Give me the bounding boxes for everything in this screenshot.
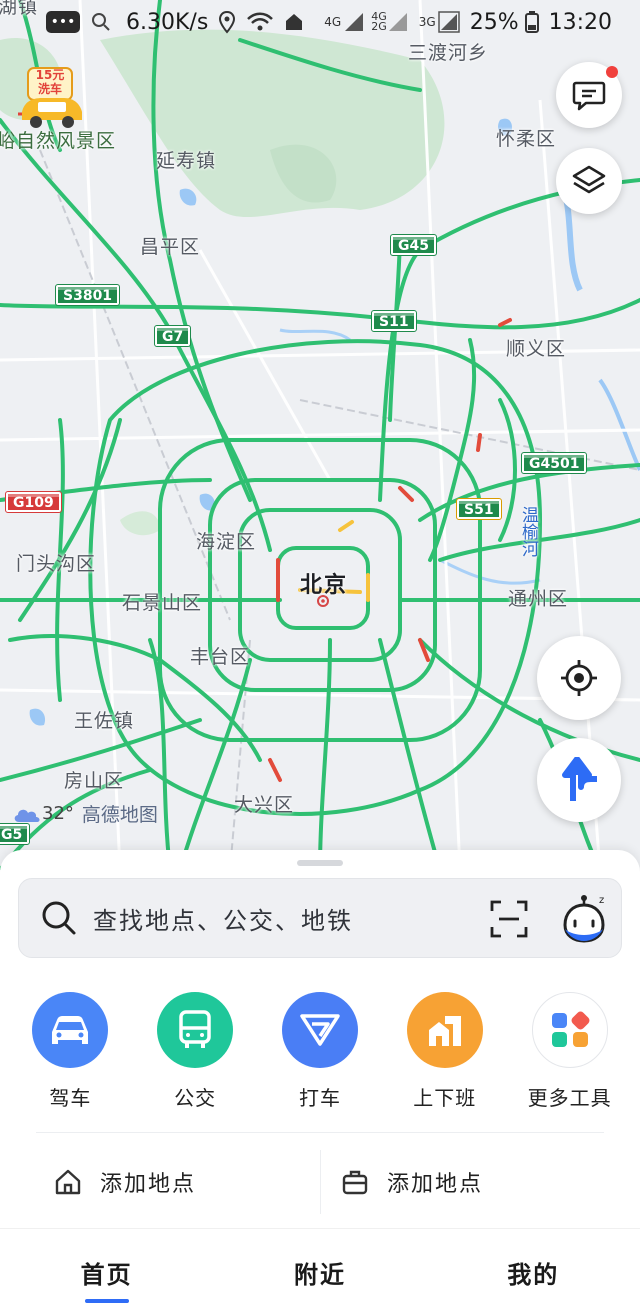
quick-action-more-tools[interactable]: 更多工具 [515,992,625,1111]
search-icon [42,901,76,935]
map-label-changping: 昌平区 [140,236,201,258]
map-label-wangzuo: 王佐镇 [74,710,135,732]
messages-button[interactable] [556,62,622,128]
amap-logo: 高德地图 [81,804,158,826]
network-type-group: 4G 2G [371,11,387,33]
map-label-yanshou: 延寿镇 [156,150,217,172]
crosshair-icon [561,660,597,696]
quick-action-label: 上下班 [413,1086,477,1110]
search-placeholder: 查找地点、公交、地铁 [93,906,353,935]
map-label-beijing: 北京 [300,572,349,598]
promo-price: 15元 [35,68,65,82]
quick-action-label: 更多工具 [527,1086,612,1110]
quick-action-label: 驾车 [49,1086,92,1110]
shield-g109: G109 [5,491,62,513]
network-type-4: 3G [418,15,436,29]
battery-icon [524,11,539,33]
shield-g5: G5 [0,823,31,845]
battery-percent: 25% [469,9,519,35]
shield-s11: S11 [371,310,417,332]
saved-places: 添加地点 添加地点 [0,1150,640,1214]
route-arrow-icon [562,757,597,801]
signal-icon-3 [437,11,460,33]
net-speed: 6.30K/s [126,9,209,35]
weather-widget: 32° 高德地图 [12,800,158,827]
nav-tab-home[interactable]: 首页 [37,1255,177,1303]
map-label-daxing: 大兴区 [234,794,295,816]
map-label-haidian: 海淀区 [196,531,257,553]
bus-icon [157,992,234,1068]
cloud-icon [14,809,40,822]
shield-g45: G45 [390,234,437,256]
map-label-fangshan: 房山区 [64,770,125,792]
chat-bubble-icon [572,81,606,111]
temperature: 32° [42,803,74,824]
locate-me-button[interactable] [537,636,621,720]
more-tools-icon [531,992,608,1068]
signal-icon-1 [345,13,364,31]
shield-g7: G7 [153,325,192,347]
bottom-sheet: 查找地点、公交、地铁 z 驾车 公交 打车 上下班 更多工具 添加地点 添加地点 [0,850,640,1230]
drag-handle[interactable] [297,860,343,866]
commute-icon [406,992,483,1068]
clock: 13:20 [548,9,613,35]
map-label-tongzhou: 通州区 [508,588,569,610]
status-bar: ••• 6.30K/s 4G 4G 2G 3G 25% 13:20 [0,0,640,44]
scan-icon[interactable] [489,899,529,939]
wifi-icon [247,12,274,31]
shield-g4501: G4501 [520,452,588,474]
map-label-mentougou: 门头沟区 [16,553,97,575]
search-status-icon [92,13,110,31]
signal-icon-2 [388,13,407,31]
map-view[interactable]: 湖镇 三渡河乡 峪自然风景区 延寿镇 怀柔区 昌平区 顺义区 门头沟区 海淀区 … [0,0,640,870]
work-icon [342,1170,368,1195]
home-icon [55,1169,81,1195]
search-bar[interactable]: 查找地点、公交、地铁 z [18,878,622,958]
quick-action-bus[interactable]: 公交 [140,992,250,1111]
message-icon: ••• [46,11,80,33]
location-status-icon [219,10,236,34]
map-label-fengtai: 丰台区 [190,646,251,668]
shield-s3801: S3801 [54,284,121,306]
layers-button[interactable] [556,148,622,214]
place-label: 添加地点 [100,1172,197,1197]
quick-action-label: 公交 [174,1086,217,1110]
quick-action-commute[interactable]: 上下班 [390,992,500,1111]
route-button[interactable] [537,738,621,822]
layers-icon [572,165,606,194]
car-wash-promo[interactable]: 15元 洗车 [16,62,88,132]
nav-tab-nearby[interactable]: 附近 [250,1255,390,1290]
bottom-navigation: 首页 附近 我的 [0,1228,640,1315]
map-label-shijingshan: 石景山区 [122,592,203,614]
assistant-icon[interactable]: z [559,893,609,945]
quick-action-taxi[interactable]: 打车 [265,992,375,1111]
nav-tab-profile[interactable]: 我的 [463,1255,603,1290]
notification-dot [606,66,618,78]
shield-s51: S51 [456,498,502,520]
promo-text: 洗车 [37,82,62,96]
map-label-river: 温榆河 [518,506,538,557]
svg-text:z: z [599,895,604,906]
quick-action-drive[interactable]: 驾车 [15,992,125,1111]
quick-action-label: 打车 [298,1086,341,1110]
add-home-place[interactable]: 添加地点 [0,1150,320,1214]
quick-actions: 驾车 公交 打车 上下班 更多工具 [0,992,640,1111]
map-label-huairou: 怀柔区 [496,128,557,150]
taxi-icon [281,992,358,1068]
network-type-1: 4G [324,15,342,29]
place-label: 添加地点 [387,1172,484,1197]
car-icon [32,992,109,1068]
divider [36,1132,604,1133]
add-work-place[interactable]: 添加地点 [320,1150,640,1214]
network-type-3: 2G [371,20,387,33]
home-status-icon [286,14,303,30]
map-label-shunyi: 顺义区 [506,338,567,360]
